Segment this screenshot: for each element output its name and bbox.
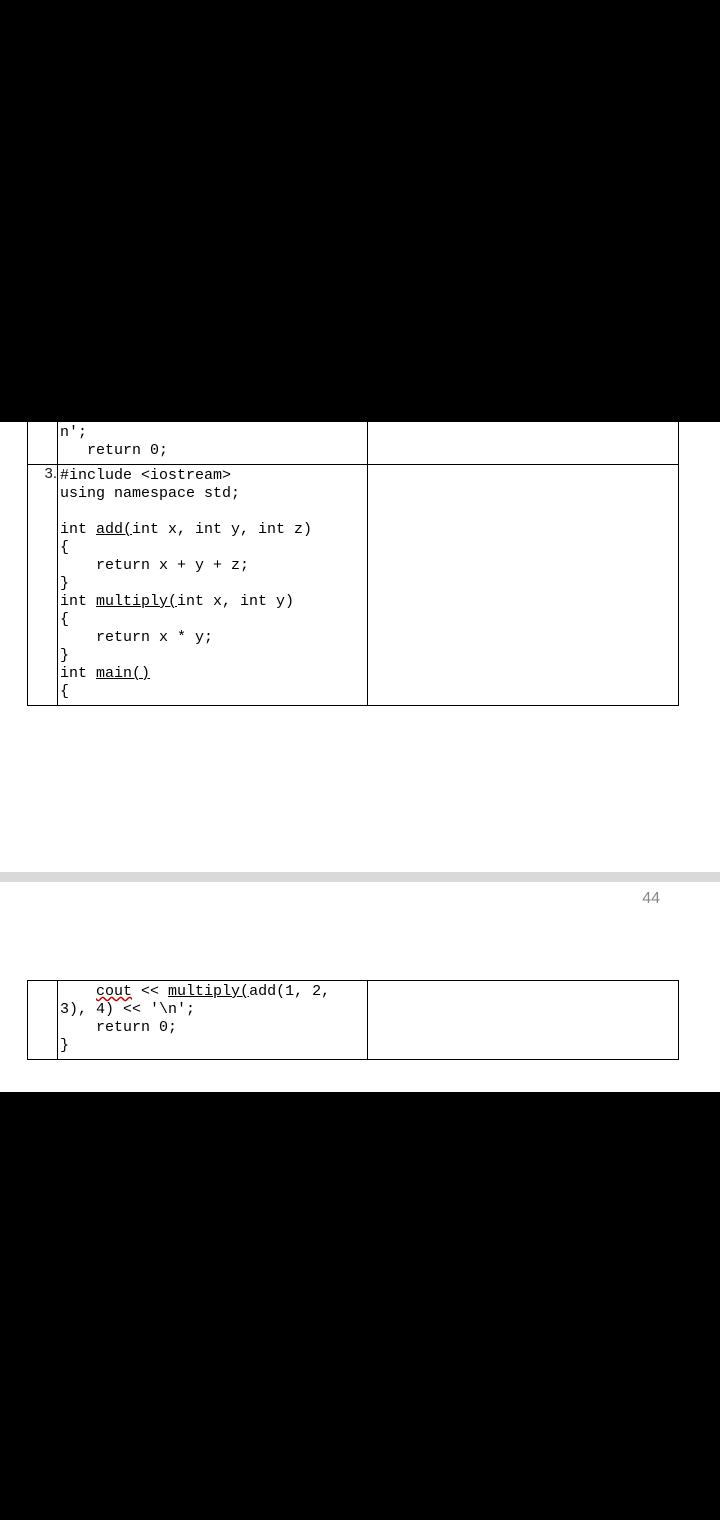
- code-fragment: cout << multiply(add(1, 2, 3), 4) << '\n…: [58, 981, 367, 1059]
- function-add: add(: [96, 521, 132, 538]
- table-row: n'; return 0;: [28, 422, 679, 465]
- code-table-lower: cout << multiply(add(1, 2, 3), 4) << '\n…: [27, 980, 679, 1060]
- code-fragment: #include <iostream> using namespace std;…: [58, 465, 367, 705]
- document-page-upper: n'; return 0; 3. #include <iostream> usi…: [0, 422, 720, 872]
- table-row: 3. #include <iostream> using namespace s…: [28, 465, 679, 706]
- function-multiply: multiply(: [96, 593, 177, 610]
- document-page-lower: 44 cout << multiply(add(1, 2, 3), 4) << …: [0, 872, 720, 1092]
- blank-cell: [368, 422, 679, 465]
- row-number: 3.: [44, 465, 57, 482]
- row-number-cell: [28, 422, 58, 465]
- row-number-cell: [28, 981, 58, 1060]
- page-gap-divider: [0, 872, 720, 882]
- page-number: 44: [642, 890, 660, 908]
- function-multiply-call: multiply(: [168, 983, 249, 1000]
- code-cell: #include <iostream> using namespace std;…: [58, 465, 368, 706]
- table-row: cout << multiply(add(1, 2, 3), 4) << '\n…: [28, 981, 679, 1060]
- code-table-upper: n'; return 0; 3. #include <iostream> usi…: [27, 422, 679, 706]
- row-number-cell: 3.: [28, 465, 58, 706]
- code-cell: cout << multiply(add(1, 2, 3), 4) << '\n…: [58, 981, 368, 1060]
- code-fragment: n'; return 0;: [58, 422, 367, 464]
- spellcheck-cout: cout: [96, 983, 132, 1000]
- blank-cell: [368, 981, 679, 1060]
- blank-cell: [368, 465, 679, 706]
- code-cell: n'; return 0;: [58, 422, 368, 465]
- function-main: main(): [96, 665, 150, 682]
